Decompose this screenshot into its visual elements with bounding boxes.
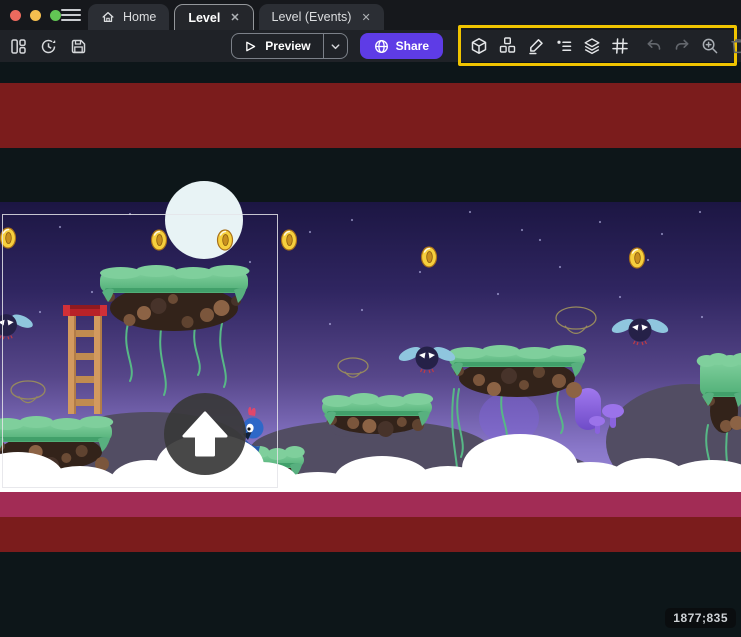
trash-icon <box>729 37 741 55</box>
history-button[interactable] <box>38 36 59 57</box>
scene-editor-canvas[interactable]: 1877;835 <box>0 62 741 637</box>
toolbar-left-icons <box>8 36 89 57</box>
project-manager-button[interactable] <box>8 36 29 57</box>
tab-label: Home <box>123 10 156 24</box>
zoom-in-button[interactable] <box>699 35 721 57</box>
minimize-window-button[interactable] <box>30 10 41 21</box>
tab-bar: Home Level ✕ Level (Events) ✕ <box>88 4 389 30</box>
edit-button[interactable] <box>525 35 547 57</box>
globe-icon <box>374 39 389 54</box>
redo-button[interactable] <box>671 35 693 57</box>
traffic-lights <box>10 10 61 21</box>
grid-button[interactable] <box>609 35 631 57</box>
delete-button[interactable] <box>727 35 741 57</box>
object-groups-icon <box>498 36 517 55</box>
add-object-button[interactable] <box>468 35 490 57</box>
preview-button[interactable]: Preview <box>231 33 347 59</box>
share-button[interactable]: Share <box>360 33 443 59</box>
app-window: Home Level ✕ Level (Events) ✕ <box>0 0 741 637</box>
tab-home[interactable]: Home <box>88 4 169 30</box>
cursor-coordinates-badge: 1877;835 <box>665 608 736 628</box>
close-tab-icon[interactable]: ✕ <box>228 11 239 24</box>
coin[interactable] <box>630 248 645 268</box>
scene-tools-highlight <box>458 25 737 66</box>
menu-icon[interactable] <box>61 9 81 21</box>
maximize-window-button[interactable] <box>50 10 61 21</box>
preview-button-main[interactable]: Preview <box>232 34 322 58</box>
instances-list-icon <box>555 37 573 55</box>
zoom-in-icon <box>701 37 719 55</box>
chevron-down-icon <box>330 41 341 52</box>
instances-list-button[interactable] <box>553 35 575 57</box>
redo-icon <box>673 37 691 55</box>
small-mushroom-cap <box>602 404 624 418</box>
save-button[interactable] <box>68 36 89 57</box>
tiny-mushroom-cap <box>589 416 605 426</box>
preview-dropdown-button[interactable] <box>323 34 347 58</box>
close-tab-icon[interactable]: ✕ <box>359 11 370 24</box>
tab-label: Level <box>188 11 220 25</box>
project-manager-icon <box>10 38 27 55</box>
grid-icon <box>611 37 629 55</box>
add-object-cube-icon <box>470 37 488 55</box>
tab-level[interactable]: Level ✕ <box>174 4 253 30</box>
coin[interactable] <box>282 230 297 250</box>
magenta-band[interactable] <box>0 492 741 517</box>
undo-icon <box>645 37 663 55</box>
close-window-button[interactable] <box>10 10 21 21</box>
tab-level-events[interactable]: Level (Events) ✕ <box>259 4 384 30</box>
undo-button[interactable] <box>643 35 665 57</box>
pen-icon <box>527 37 545 55</box>
save-icon <box>70 38 87 55</box>
tab-label: Level (Events) <box>272 10 352 24</box>
coin[interactable] <box>422 247 437 267</box>
preview-button-label: Preview <box>265 39 310 53</box>
selection-rectangle[interactable] <box>2 214 278 488</box>
object-groups-button[interactable] <box>496 34 519 57</box>
layers-button[interactable] <box>581 35 603 57</box>
red-band-bottom[interactable] <box>0 517 741 552</box>
history-icon <box>40 38 57 55</box>
home-icon <box>101 10 115 24</box>
share-button-label: Share <box>396 39 429 53</box>
play-icon <box>244 40 257 53</box>
layers-icon <box>583 37 601 55</box>
red-band-top[interactable] <box>0 83 741 148</box>
